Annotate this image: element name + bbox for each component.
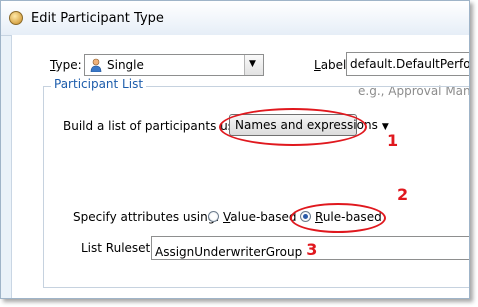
chevron-down-icon: ▼ <box>249 59 256 69</box>
edit-participant-type-dialog: Edit Participant Type Type: Single ▼ Lab… <box>0 0 470 299</box>
type-label: Type: <box>50 58 82 72</box>
label-input[interactable]: default.DefaultPerformer <box>346 52 469 76</box>
type-dropdown-button[interactable]: ▼ <box>244 55 263 75</box>
type-select[interactable]: Single ▼ <box>84 54 264 76</box>
window-title: Edit Participant Type <box>31 11 164 26</box>
annotation-number-2: 2 <box>397 185 409 204</box>
type-value: Single <box>107 58 144 72</box>
annotation-number-3: 3 <box>306 240 318 259</box>
value-based-radio[interactable] <box>208 211 219 222</box>
app-icon <box>9 11 23 25</box>
specify-attributes-label: Specify attributes using: <box>73 210 220 224</box>
label-label: Label: <box>314 58 351 72</box>
list-ruleset-input[interactable]: AssignUnderwriterGroup 3 <box>151 236 469 260</box>
list-ruleset-value: AssignUnderwriterGroup <box>155 245 303 259</box>
annotation-number-1: 1 <box>387 131 399 150</box>
highlight-ellipse-2 <box>290 203 386 233</box>
person-icon <box>90 58 102 72</box>
participant-list-legend: Participant List <box>51 77 147 91</box>
list-ruleset-label: List Ruleset: <box>81 241 155 255</box>
highlight-ellipse-1 <box>219 108 367 146</box>
value-based-label[interactable]: Value-based <box>223 210 297 224</box>
title-bar: Edit Participant Type <box>1 1 469 36</box>
